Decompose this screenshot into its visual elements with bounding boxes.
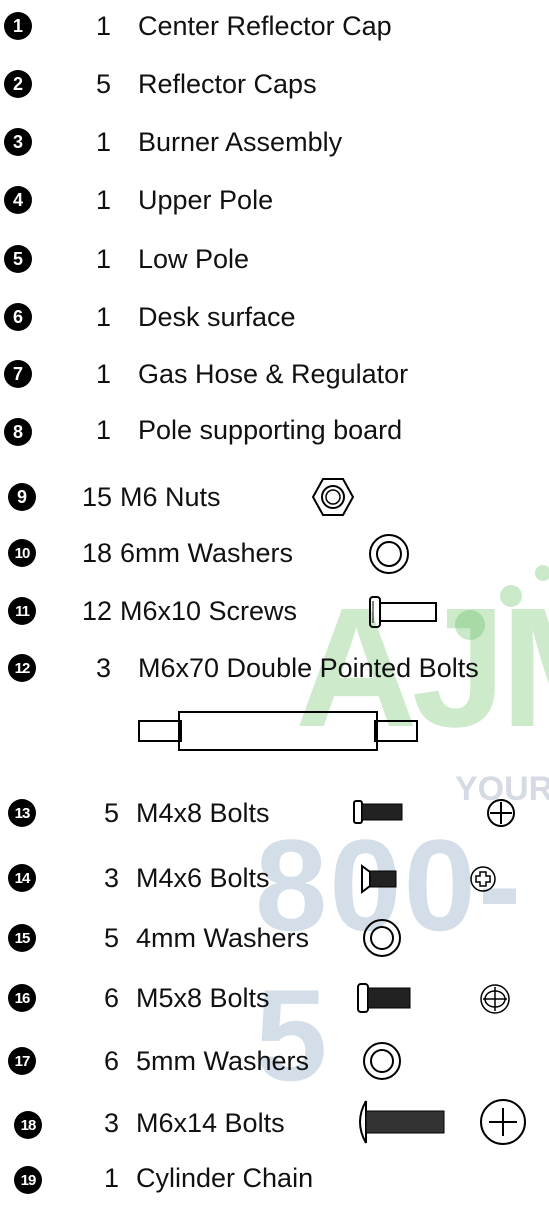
part-description: M4x6 Bolts xyxy=(136,863,270,893)
part-quantity: 1 xyxy=(104,1163,120,1193)
part-description: M5x8 Bolts xyxy=(136,983,270,1013)
part-quantity: 15 xyxy=(82,482,113,512)
part-quantity: 1 xyxy=(96,127,112,157)
part-number-badge: 19 xyxy=(14,1166,42,1194)
washer-icon xyxy=(363,919,401,957)
part-number-badge: 15 xyxy=(8,924,36,952)
part-number-badge: 16 xyxy=(8,984,36,1012)
double-pointed-bolt-icon xyxy=(138,711,418,751)
part-row: 3 1 Burner Assembly xyxy=(0,124,549,164)
part-description: Reflector Caps xyxy=(138,69,317,99)
part-number-badge: 9 xyxy=(8,483,36,511)
part-number-badge: 2 xyxy=(4,70,32,98)
part-description: Upper Pole xyxy=(138,185,274,215)
part-row: 18 3 M6x14 Bolts xyxy=(0,1099,549,1145)
part-row: 9 15 M6 Nuts xyxy=(0,478,549,519)
phillips-head-icon xyxy=(487,799,515,827)
part-row: 11 12 M6x10 Screws xyxy=(0,593,549,633)
bolt-side-icon xyxy=(353,800,403,824)
part-number-badge: 3 xyxy=(4,128,32,156)
part-description: Burner Assembly xyxy=(138,127,343,157)
part-quantity: 12 xyxy=(82,596,113,626)
washer-icon xyxy=(369,534,409,574)
part-number-badge: 4 xyxy=(4,186,32,214)
part-row: 7 1 Gas Hose & Regulator xyxy=(0,356,549,396)
part-description: Desk surface xyxy=(138,302,296,332)
part-number-badge: 7 xyxy=(4,360,32,388)
part-quantity: 1 xyxy=(96,359,112,389)
part-description: Pole supporting board xyxy=(138,415,403,445)
part-quantity: 3 xyxy=(96,653,112,683)
washer-icon xyxy=(363,1042,401,1080)
part-row: 8 1 Pole supporting board xyxy=(0,412,549,452)
part-quantity: 6 xyxy=(104,983,120,1013)
part-description: M6x70 Double Pointed Bolts xyxy=(138,653,479,683)
part-row: 10 18 6mm Washers xyxy=(0,534,549,575)
part-row: 16 6 M5x8 Bolts xyxy=(0,980,549,1020)
part-row: 19 1 Cylinder Chain xyxy=(0,1160,549,1200)
part-number-badge: 17 xyxy=(8,1047,36,1075)
part-description: 5mm Washers xyxy=(136,1046,310,1076)
part-quantity: 1 xyxy=(96,11,112,41)
part-number-badge: 12 xyxy=(8,654,36,682)
part-description: Cylinder Chain xyxy=(136,1163,314,1193)
phillips-head-icon xyxy=(470,866,496,892)
part-quantity: 5 xyxy=(104,798,120,828)
bolt-side-icon xyxy=(357,983,411,1013)
part-row: 5 1 Low Pole xyxy=(0,241,549,281)
part-quantity: 3 xyxy=(104,1108,120,1138)
countersunk-bolt-icon xyxy=(361,864,397,894)
phillips-head-icon xyxy=(480,1099,526,1145)
part-description: M4x8 Bolts xyxy=(136,798,270,828)
part-number-badge: 13 xyxy=(8,799,36,827)
part-quantity: 5 xyxy=(104,923,120,953)
part-row: 4 1 Upper Pole xyxy=(0,182,549,222)
part-row: 6 1 Desk surface xyxy=(0,299,549,339)
screw-icon xyxy=(369,596,437,628)
hex-nut-icon xyxy=(312,478,354,516)
part-description: M6x10 Screws xyxy=(120,596,298,626)
part-row: 15 5 4mm Washers xyxy=(0,919,549,960)
part-row: 17 6 5mm Washers xyxy=(0,1042,549,1083)
part-row: 1 1 Center Reflector Cap xyxy=(0,8,549,48)
part-number-badge: 6 xyxy=(4,303,32,331)
bolt-side-icon xyxy=(359,1100,445,1144)
phillips-head-icon xyxy=(480,984,510,1014)
part-description: M6 Nuts xyxy=(120,482,221,512)
part-quantity: 18 xyxy=(82,538,113,568)
part-description: Low Pole xyxy=(138,244,250,274)
part-row: 14 3 M4x6 Bolts xyxy=(0,860,549,900)
part-quantity: 5 xyxy=(96,69,112,99)
part-number-badge: 18 xyxy=(14,1111,42,1139)
part-row: 12 3 M6x70 Double Pointed Bolts xyxy=(0,650,549,690)
part-number-badge: 11 xyxy=(8,597,36,625)
part-quantity: 3 xyxy=(104,863,120,893)
part-quantity: 1 xyxy=(96,415,112,445)
part-row: 2 5 Reflector Caps xyxy=(0,66,549,106)
part-description: 6mm Washers xyxy=(120,538,294,568)
part-description: 4mm Washers xyxy=(136,923,310,953)
part-description: Gas Hose & Regulator xyxy=(138,359,409,389)
part-quantity: 1 xyxy=(96,185,112,215)
part-number-badge: 8 xyxy=(4,418,32,446)
part-number-badge: 5 xyxy=(4,245,32,273)
part-row: 13 5 M4x8 Bolts xyxy=(0,795,549,835)
part-quantity: 1 xyxy=(96,302,112,332)
part-number-badge: 14 xyxy=(8,864,36,892)
part-quantity: 1 xyxy=(96,244,112,274)
part-quantity: 6 xyxy=(104,1046,120,1076)
part-description: Center Reflector Cap xyxy=(138,11,392,41)
part-number-badge: 1 xyxy=(4,12,32,40)
part-description: M6x14 Bolts xyxy=(136,1108,285,1138)
part-number-badge: 10 xyxy=(8,539,36,567)
